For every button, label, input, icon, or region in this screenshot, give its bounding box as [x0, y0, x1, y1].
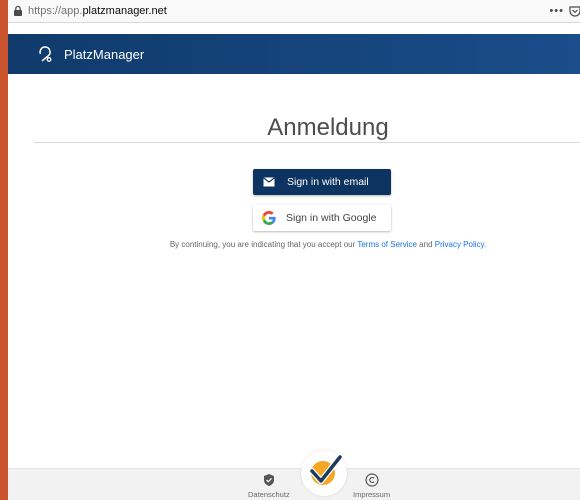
disclaimer-prefix: By continuing, you are indicating that y…: [169, 240, 358, 249]
disclaimer-suffix: .: [483, 240, 487, 249]
app-header: PlatzManager: [8, 34, 580, 74]
terms-disclaimer: By continuing, you are indicating that y…: [8, 240, 580, 249]
sign-in-email-button[interactable]: Sign in with email: [253, 169, 391, 195]
shield-check-icon: [262, 473, 276, 487]
title-divider: [34, 142, 580, 143]
sign-in-google-button[interactable]: Sign in with Google: [253, 205, 391, 231]
pocket-icon[interactable]: [568, 4, 580, 18]
footer-bar: Datenschutz Impressum: [8, 468, 580, 500]
footer-datenschutz[interactable]: Datenschutz: [248, 473, 290, 499]
impressum-label: Impressum: [353, 490, 391, 499]
url-bar-controls: •••: [549, 0, 580, 22]
url-bar[interactable]: https://app.platzmanager.net •••: [8, 0, 580, 23]
google-g-icon: [262, 211, 276, 225]
page-actions-menu-button[interactable]: •••: [549, 5, 564, 17]
url-host: platzmanager.net: [82, 5, 167, 17]
sign-in-google-label: Sign in with Google: [286, 212, 377, 224]
copyright-icon: [364, 473, 379, 487]
browser-viewport: https://app.platzmanager.net ••• PlatzMa…: [8, 0, 580, 500]
checkmark-home-button[interactable]: [301, 450, 347, 496]
brand-name[interactable]: PlatzManager: [64, 47, 144, 62]
lock-icon: [12, 5, 24, 17]
url-text[interactable]: https://app.platzmanager.net: [28, 5, 167, 17]
mail-icon: [262, 175, 276, 189]
datenschutz-label: Datenschutz: [248, 490, 290, 499]
terms-of-service-link[interactable]: Terms of Service: [357, 240, 417, 249]
checkmark-logo-icon: [304, 451, 344, 496]
disclaimer-and: and: [416, 240, 435, 249]
url-prefix: https://app.: [28, 5, 83, 17]
platzmanager-logo-icon[interactable]: [36, 45, 54, 63]
privacy-policy-link[interactable]: Privacy Policy: [435, 240, 484, 249]
footer-impressum[interactable]: Impressum: [353, 473, 390, 499]
page-title: Anmeldung: [267, 114, 389, 141]
sign-in-email-label: Sign in with email: [287, 176, 369, 188]
